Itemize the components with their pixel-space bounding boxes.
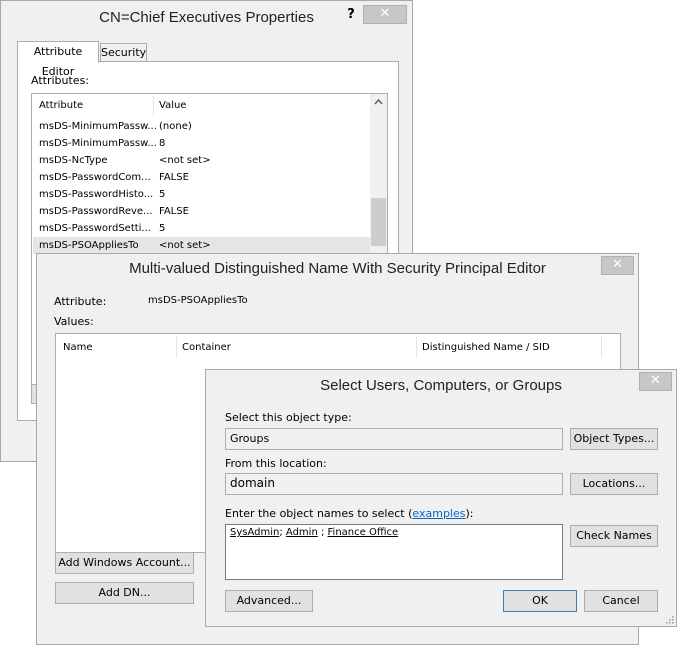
name-token-text: SysAdmin xyxy=(230,527,280,538)
row-0-value[interactable]: (none) xyxy=(159,121,192,132)
close-icon: ✕ xyxy=(650,373,661,388)
locations-button[interactable]: Locations... xyxy=(570,473,658,495)
add-windows-account-label: Add Windows Account... xyxy=(58,556,191,569)
scroll-up-icon[interactable] xyxy=(370,94,387,111)
row-3-value[interactable]: FALSE xyxy=(159,172,189,183)
object-names-input[interactable]: SysAdmin; Admin ; Finance Office xyxy=(225,524,563,580)
scroll-thumb[interactable] xyxy=(371,198,386,246)
object-types-button[interactable]: Object Types... xyxy=(570,428,658,450)
enter-names-suffix: ): xyxy=(465,507,474,520)
locations-label: Locations... xyxy=(582,477,646,490)
row-2-attribute[interactable]: msDS-NcType xyxy=(39,155,108,166)
grip-dots-icon xyxy=(666,616,674,624)
row-0-attribute[interactable]: msDS-MinimumPassw... xyxy=(39,121,157,132)
mv-values-label: Values: xyxy=(54,315,94,328)
select-dialog-title: Select Users, Computers, or Groups xyxy=(320,377,562,394)
row-1-attribute[interactable]: msDS-MinimumPassw... xyxy=(39,138,157,149)
name-token-admin[interactable]: Admin xyxy=(286,527,318,538)
cancel-button[interactable]: Cancel xyxy=(584,590,658,612)
row-3-attribute[interactable]: msDS-PasswordCom... xyxy=(39,172,151,183)
row-4-attribute[interactable]: msDS-PasswordHisto... xyxy=(39,189,153,200)
row-2-value[interactable]: <not set> xyxy=(159,155,211,166)
row-6-value[interactable]: 5 xyxy=(159,223,165,234)
row-7-value[interactable]: <not set> xyxy=(159,240,211,251)
mv-attribute-value: msDS-PSOAppliesTo xyxy=(148,295,248,306)
add-dn-button[interactable]: Add DN... xyxy=(55,582,194,604)
cancel-label: Cancel xyxy=(602,594,640,607)
tab-security[interactable]: Security xyxy=(100,43,147,62)
advanced-label: Advanced... xyxy=(236,594,302,607)
check-names-label: Check Names xyxy=(576,529,652,542)
add-windows-account-button[interactable]: Add Windows Account... xyxy=(55,552,194,574)
row-6-attribute[interactable]: msDS-PasswordSetti... xyxy=(39,223,151,234)
name-token-text: Finance Office xyxy=(327,527,399,538)
enter-names-label: Enter the object names to select (exampl… xyxy=(225,507,473,520)
column-header-dn-sid[interactable]: Distinguished Name / SID xyxy=(422,342,550,353)
mv-attribute-label: Attribute: xyxy=(54,295,107,308)
location-field: domain xyxy=(225,473,563,495)
column-header-value[interactable]: Value xyxy=(159,100,186,111)
close-icon: ✕ xyxy=(612,257,623,272)
help-icon[interactable]: ? xyxy=(341,6,361,25)
row-5-value[interactable]: FALSE xyxy=(159,206,189,217)
object-type-label: Select this object type: xyxy=(225,411,352,424)
properties-close-button[interactable]: ✕ xyxy=(363,5,407,24)
chevron-up-icon xyxy=(374,98,383,105)
object-types-label: Object Types... xyxy=(573,432,655,445)
column-header-attribute[interactable]: Attribute xyxy=(39,100,83,111)
mv-editor-close-button[interactable]: ✕ xyxy=(601,256,634,275)
row-4-value[interactable]: 5 xyxy=(159,189,165,200)
enter-names-prefix: Enter the object names to select ( xyxy=(225,507,413,520)
column-header-name[interactable]: Name xyxy=(63,342,93,353)
resize-grip-icon[interactable] xyxy=(664,614,674,624)
object-type-field: Groups xyxy=(225,428,563,450)
name-token-finance-office[interactable]: Finance Office xyxy=(328,527,399,538)
name-token-text: Admin xyxy=(285,527,318,538)
close-icon: ✕ xyxy=(379,6,391,21)
name-token-sysadmin[interactable]: SysAdmin xyxy=(230,527,279,538)
row-1-value[interactable]: 8 xyxy=(159,138,165,149)
row-5-attribute[interactable]: msDS-PasswordReve... xyxy=(39,206,153,217)
ok-button[interactable]: OK xyxy=(503,590,577,612)
name-separator: ; xyxy=(317,527,328,538)
check-names-button[interactable]: Check Names xyxy=(570,525,658,547)
mv-editor-title: Multi-valued Distinguished Name With Sec… xyxy=(129,260,546,277)
column-divider[interactable] xyxy=(601,336,602,358)
column-divider[interactable] xyxy=(176,336,177,358)
tab-attribute-editor[interactable]: Attribute Editor xyxy=(17,41,99,78)
row-7-attribute[interactable]: msDS-PSOAppliesTo xyxy=(39,240,139,251)
add-dn-label: Add DN... xyxy=(98,586,151,599)
location-label: From this location: xyxy=(225,457,327,470)
column-header-container[interactable]: Container xyxy=(182,342,231,353)
advanced-button[interactable]: Advanced... xyxy=(225,590,313,612)
tab-security-label: Security xyxy=(101,46,147,59)
column-divider[interactable] xyxy=(416,336,417,358)
select-dialog-window: Select Users, Computers, or Groups ✕ Sel… xyxy=(205,369,677,627)
select-dialog-close-button[interactable]: ✕ xyxy=(639,372,672,391)
ok-label: OK xyxy=(532,594,548,607)
column-divider[interactable] xyxy=(153,96,154,116)
examples-link[interactable]: examples xyxy=(412,507,465,520)
